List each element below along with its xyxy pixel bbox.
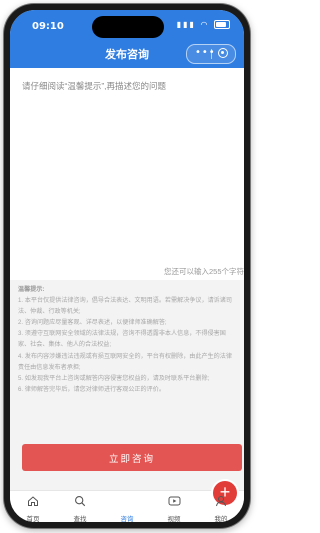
target-icon[interactable] xyxy=(218,48,228,58)
tab-consult[interactable]: + 咨询 xyxy=(107,481,237,522)
phone-frame: 09:10 ▮▮▮ ◠ 发布咨询 ••• 您还可以输入255个字符 温馨提示: … xyxy=(4,4,250,528)
bottom-tab-bar: 首页 查找 + 咨询 视频 我的 xyxy=(10,481,244,522)
search-icon xyxy=(60,491,100,512)
tip-item: 4. 发布内容涉嫌违法违规或有损互联网安全的，平台有权删除，由此产生的法律责任由… xyxy=(18,352,232,371)
wifi-icon: ◠ xyxy=(200,20,210,29)
tab-consult-spacer xyxy=(107,491,147,512)
tab-search-label: 查找 xyxy=(73,516,87,522)
app-screen: 09:10 ▮▮▮ ◠ 发布咨询 ••• 您还可以输入255个字符 温馨提示: … xyxy=(10,10,244,522)
tab-video-label: 视频 xyxy=(167,516,181,522)
header-bar: 09:10 ▮▮▮ ◠ 发布咨询 ••• xyxy=(10,10,244,68)
ellipsis-icon[interactable]: ••• xyxy=(195,47,216,59)
question-textarea[interactable] xyxy=(22,80,232,260)
tip-item: 5. 如发现我平台上咨询或解答内容侵害您权益的，请及时联系平台删除; xyxy=(18,374,210,382)
capsule-divider xyxy=(211,49,212,59)
question-input-area xyxy=(10,68,244,280)
char-counter: 您还可以输入255个字符 xyxy=(163,267,244,276)
video-icon xyxy=(154,491,194,512)
home-icon xyxy=(13,491,53,512)
tips-title: 温馨提示: xyxy=(18,286,45,293)
tip-item: 2. 咨询问题应尽量客观、详尽表述，以便律师准确解答; xyxy=(18,319,167,327)
signal-icon: ▮▮▮ xyxy=(176,20,196,29)
tip-item: 3. 须遵守互联网安全领域的法律法规，咨询不得透露非本人信息，不得侵害国家、社会… xyxy=(18,330,226,349)
tab-profile[interactable]: 我的 xyxy=(201,491,241,522)
status-time: 09:10 xyxy=(32,21,64,32)
tab-search[interactable]: 查找 xyxy=(60,491,100,522)
tips-block: 温馨提示: 1. 本平台仅提供法律咨询，倡导合法表达、文明用语。若需解决争议，请… xyxy=(18,284,238,395)
battery-icon xyxy=(214,20,230,29)
consult-now-button[interactable]: 立即咨询 xyxy=(22,444,242,471)
tab-video[interactable]: 视频 xyxy=(154,491,194,522)
tab-profile-label: 我的 xyxy=(214,516,228,522)
tab-home[interactable]: 首页 xyxy=(13,491,53,522)
user-icon xyxy=(201,491,241,512)
tip-item: 1. 本平台仅提供法律咨询，倡导合法表达、文明用语。若需解决争议，请诉诸司法、仲… xyxy=(18,297,232,316)
tab-consult-label: 咨询 xyxy=(120,516,134,522)
tab-home-label: 首页 xyxy=(26,516,40,522)
dynamic-island xyxy=(92,16,164,38)
tip-item: 6. 律师解答完毕后，请您对律师进行客观公正的评价。 xyxy=(18,385,165,393)
mini-program-capsule: ••• xyxy=(186,44,236,64)
status-icons: ▮▮▮ ◠ xyxy=(177,20,230,29)
